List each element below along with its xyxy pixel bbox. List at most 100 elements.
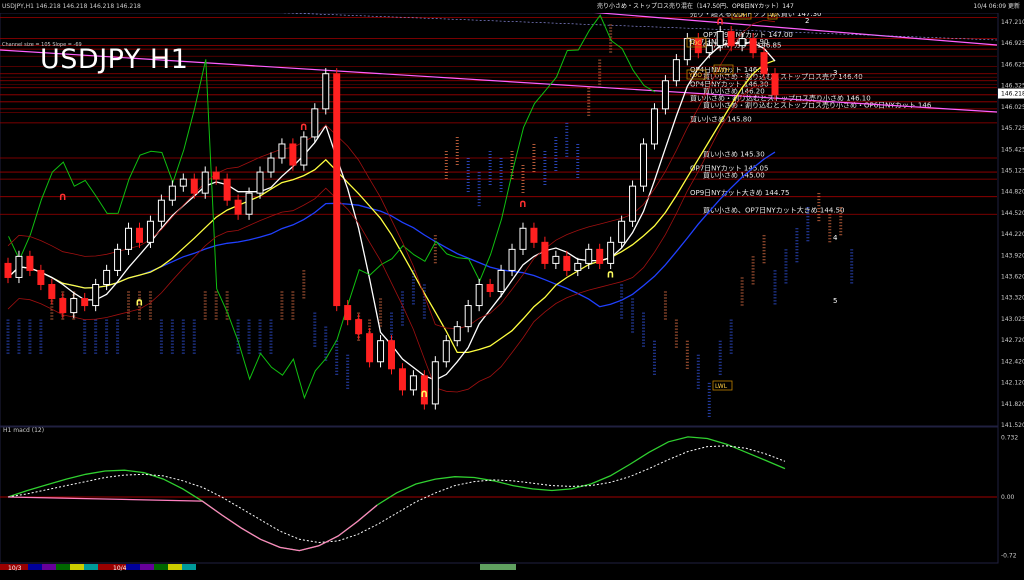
candle-body bbox=[168, 185, 176, 201]
box-label: LWL bbox=[715, 383, 728, 390]
chart-title: USDJPY H1 bbox=[40, 44, 189, 75]
candle-body bbox=[563, 255, 571, 271]
price-tick-label: 145.425 bbox=[1001, 146, 1024, 153]
candle-body bbox=[157, 199, 165, 222]
candle-body bbox=[366, 333, 374, 363]
candle-body bbox=[585, 248, 593, 264]
candle-body bbox=[92, 283, 100, 307]
price-tick-label: 144.220 bbox=[1001, 231, 1024, 238]
ma-fast-line bbox=[7, 42, 776, 381]
candle-body bbox=[26, 255, 34, 271]
candle-body bbox=[442, 340, 450, 363]
candle-body bbox=[201, 171, 209, 194]
candle-body bbox=[672, 59, 680, 82]
order-level-label: OP9日NYカット大きめ 144.75 bbox=[690, 188, 789, 197]
candle-body bbox=[596, 248, 604, 264]
fractal-marker: ∩ bbox=[519, 197, 528, 210]
order-level-label: 買い小さめ・割り込むとストップロス売り小さめ・OP6日NYカット 146 bbox=[703, 100, 932, 109]
wave-label: 2 bbox=[805, 17, 809, 25]
candle-body bbox=[618, 220, 626, 243]
header-bar: USDJPY,H1 146.218 146.218 146.218 146.21… bbox=[0, 0, 1024, 13]
chart-window: 売り・超えるとストップロス買い 147.30 OP7・9日NYカット 147.00… bbox=[0, 0, 1024, 576]
price-tick-label: 145.725 bbox=[1001, 125, 1024, 132]
session-block bbox=[42, 564, 56, 570]
candle-body bbox=[409, 375, 417, 391]
candle-body bbox=[125, 227, 133, 250]
candle-body bbox=[519, 227, 527, 250]
candle-body bbox=[552, 255, 560, 264]
candle-body bbox=[245, 192, 253, 215]
candle-body bbox=[15, 255, 23, 278]
session-block bbox=[154, 564, 168, 570]
candle-body bbox=[760, 52, 768, 75]
order-level-label: 買い小さめ、OP7日NYカット大きめ 144.50 bbox=[703, 206, 844, 215]
candle-body bbox=[322, 73, 330, 110]
session-block bbox=[84, 564, 98, 570]
candle-body bbox=[486, 283, 494, 293]
candle-body bbox=[333, 73, 341, 307]
wave-label: 3 bbox=[833, 69, 837, 77]
candle-body bbox=[629, 185, 637, 222]
candle-body bbox=[114, 248, 122, 271]
candle-body bbox=[37, 269, 45, 285]
price-tick-label: 144.520 bbox=[1001, 210, 1024, 217]
candle-body bbox=[398, 368, 406, 391]
wave-label: 5 bbox=[833, 297, 837, 305]
candle-body bbox=[640, 143, 648, 187]
session-block bbox=[182, 564, 196, 570]
candle-body bbox=[190, 178, 198, 194]
candle-body bbox=[650, 108, 658, 145]
box-label: W bbox=[770, 12, 776, 19]
candle-body bbox=[716, 31, 724, 47]
price-axis: 147.210146.925146.625146.325146.025145.7… bbox=[998, 19, 1024, 429]
price-tick-label: 146.625 bbox=[1001, 61, 1024, 68]
macd-main-line bbox=[7, 436, 786, 552]
candle-body bbox=[146, 220, 154, 243]
price-tick-label: 147.210 bbox=[1001, 19, 1024, 26]
fractal-marker: ∩ bbox=[606, 267, 615, 280]
candle-body bbox=[431, 361, 439, 405]
session-block bbox=[168, 564, 182, 570]
session-block bbox=[140, 564, 154, 570]
price-tick-label: 141.820 bbox=[1001, 401, 1024, 408]
candle-body bbox=[300, 136, 308, 166]
fractal-marker: ∩ bbox=[299, 120, 308, 133]
price-tick-label: 143.920 bbox=[1001, 252, 1024, 259]
candle-body bbox=[135, 227, 143, 243]
price-tick-label: 144.820 bbox=[1001, 189, 1024, 196]
symbol-info: USDJPY,H1 146.218 146.218 146.218 146.21… bbox=[2, 3, 141, 10]
fractal-marker: ∩ bbox=[58, 190, 67, 203]
candle-body bbox=[267, 157, 275, 173]
candle-body bbox=[179, 178, 187, 187]
candle-body bbox=[738, 38, 746, 47]
candle-body bbox=[661, 80, 669, 110]
ma-mid-line bbox=[7, 59, 776, 354]
order-level-label: 買い小さめ 145.00 bbox=[703, 171, 765, 180]
session-block bbox=[56, 564, 70, 570]
candle-body bbox=[508, 248, 516, 271]
price-chart[interactable]: 売り・超えるとストップロス買い 147.30OP7・9日NYカット 147.00… bbox=[0, 0, 1024, 576]
candle-body bbox=[81, 298, 89, 307]
price-tick-label: 141.520 bbox=[1001, 422, 1024, 429]
timestamp: 10/4 06:09 更新 bbox=[973, 3, 1020, 10]
candle-body bbox=[530, 227, 538, 243]
price-tick-label: 145.125 bbox=[1001, 167, 1024, 174]
order-level-label: 買い小さめ 145.30 bbox=[703, 150, 765, 159]
fractal-marker: ∩ bbox=[135, 296, 144, 309]
candle-body bbox=[388, 340, 395, 370]
macd-signal-line bbox=[7, 445, 786, 544]
macd-low-segment bbox=[7, 496, 378, 552]
candle-body bbox=[103, 269, 111, 285]
current-price-label: 146.218 bbox=[1001, 91, 1024, 98]
candle-body bbox=[344, 305, 352, 321]
time-axis-label: 10/3 bbox=[8, 565, 22, 572]
session-block bbox=[126, 564, 140, 570]
candle-body bbox=[453, 326, 461, 342]
candle-body bbox=[289, 143, 297, 166]
candle-body bbox=[4, 262, 12, 278]
candle-body bbox=[212, 171, 220, 180]
box-label: YDO bbox=[688, 72, 702, 79]
session-block bbox=[28, 564, 42, 570]
candle-body bbox=[377, 340, 385, 363]
candle-body bbox=[311, 108, 319, 138]
